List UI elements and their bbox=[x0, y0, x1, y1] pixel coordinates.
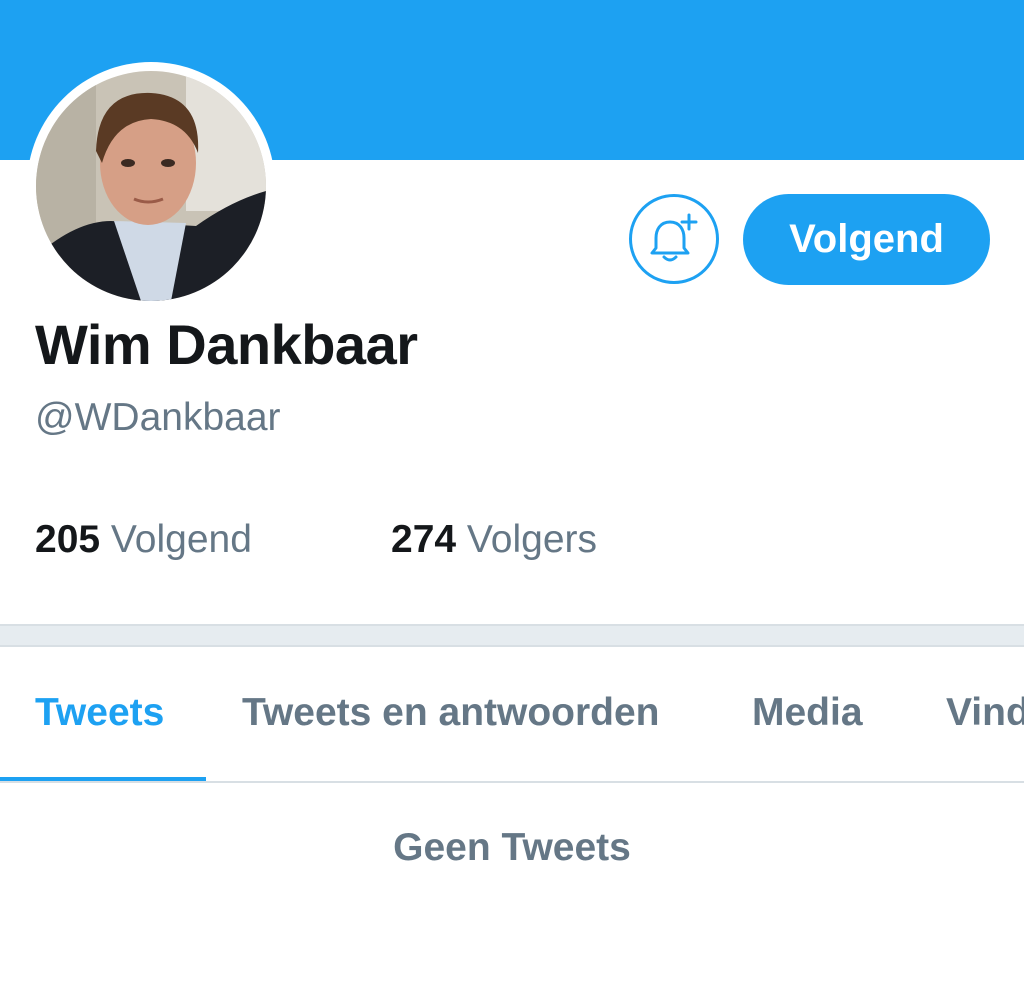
tab-tweets[interactable]: Tweets bbox=[35, 691, 164, 735]
avatar[interactable] bbox=[27, 62, 275, 310]
section-separator bbox=[0, 624, 1024, 647]
notifications-button[interactable] bbox=[629, 194, 719, 284]
following-button[interactable]: Volgend bbox=[743, 194, 990, 285]
active-tab-indicator bbox=[0, 777, 206, 781]
bell-plus-icon bbox=[650, 213, 698, 262]
followers-stat[interactable]: 274 Volgers bbox=[391, 518, 597, 562]
following-stat[interactable]: 205 Volgend bbox=[35, 518, 252, 562]
following-count: 205 bbox=[35, 518, 101, 561]
tab-tweets-and-replies[interactable]: Tweets en antwoorden bbox=[242, 691, 660, 735]
display-name: Wim Dankbaar bbox=[35, 313, 418, 376]
profile-tabs: Tweets Tweets en antwoorden Media Vind bbox=[0, 647, 1024, 783]
empty-feed-message: Geen Tweets bbox=[393, 826, 631, 869]
tab-media[interactable]: Media bbox=[752, 691, 863, 735]
followers-label: Volgers bbox=[466, 518, 598, 561]
profile-photo bbox=[36, 71, 266, 301]
followers-count: 274 bbox=[391, 518, 457, 561]
following-label: Volgend bbox=[110, 518, 252, 561]
user-handle: @WDankbaar bbox=[35, 396, 281, 439]
tab-likes[interactable]: Vind bbox=[946, 691, 1024, 735]
